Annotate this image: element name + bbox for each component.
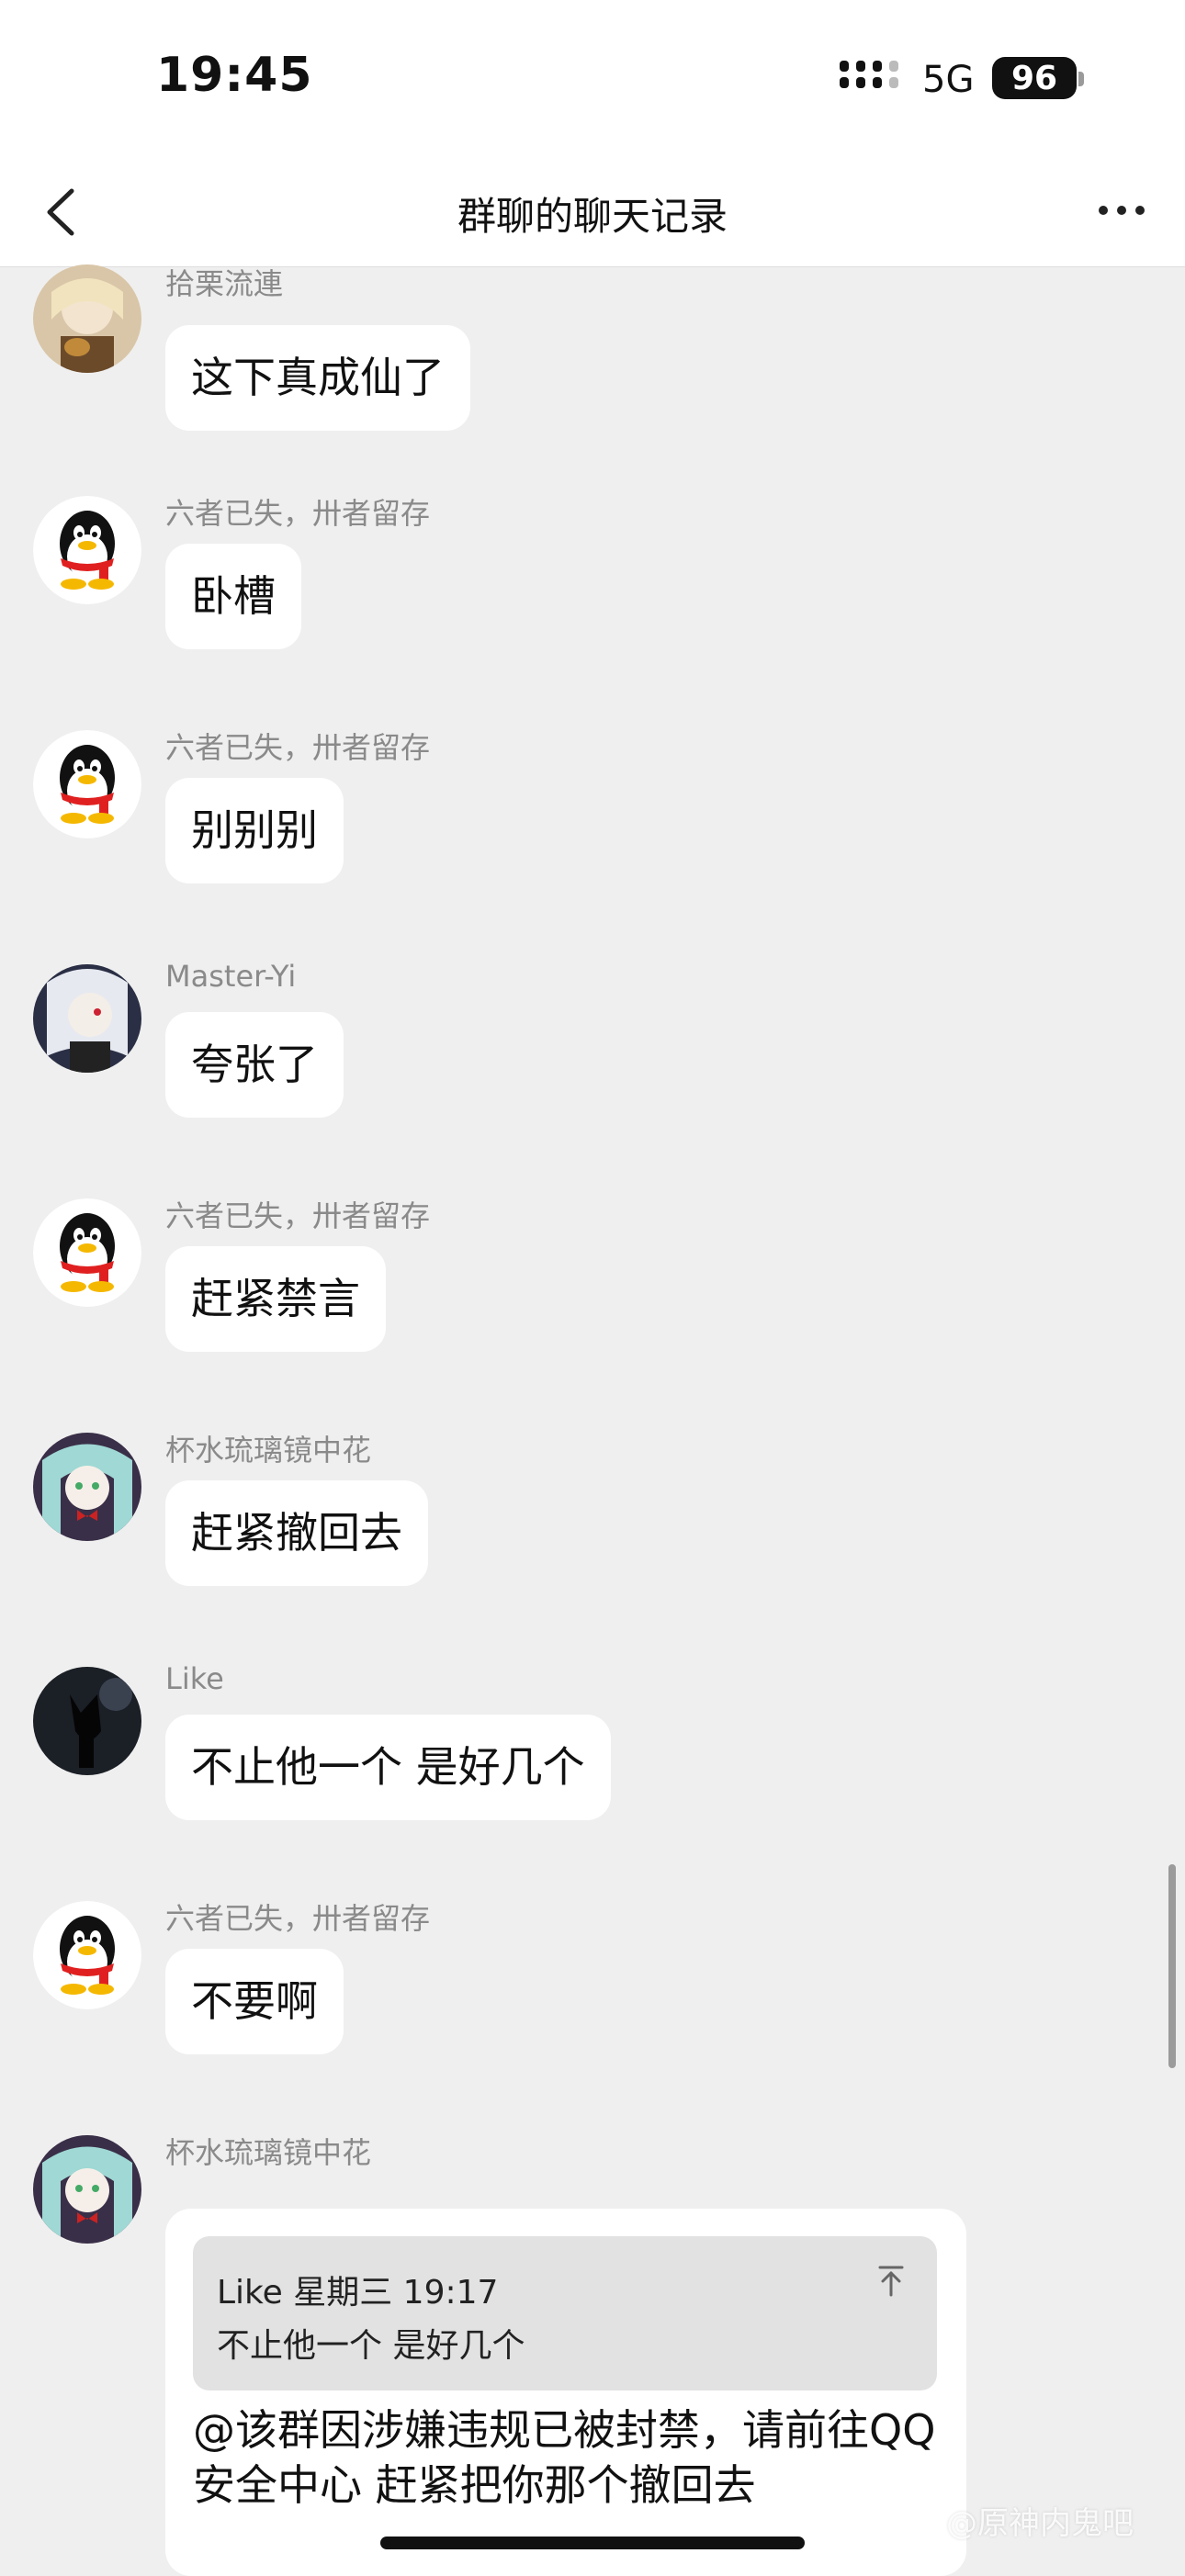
sender-name: 六者已失，卅者留存 [165, 730, 431, 765]
anime-girl-avatar[interactable] [33, 2135, 141, 2244]
battery-level: 96 [1010, 59, 1058, 97]
message-bubble[interactable]: 卧槽 [165, 544, 301, 650]
jump-to-original-icon[interactable] [873, 2262, 909, 2299]
sender-name: Master-Yi [165, 959, 297, 994]
sender-name: 六者已失，卅者留存 [165, 496, 431, 531]
nav-bar: 群聊的聊天记录 [0, 156, 1185, 267]
status-bar: 19:45 5G 96 [0, 0, 1185, 156]
network-label: 5G [922, 59, 975, 101]
sender-name: 拾栗流連 [165, 266, 284, 301]
penguin-avatar[interactable] [33, 496, 141, 604]
signal-icon [840, 61, 898, 88]
sender-name: 六者已失，卅者留存 [165, 1901, 431, 1936]
message-bubble[interactable]: 赶紧撤回去 [165, 1480, 428, 1587]
sender-name: 杯水琉璃镜中花 [165, 2135, 372, 2170]
sender-name: Like [165, 1661, 224, 1696]
status-time: 19:45 [156, 48, 313, 103]
penguin-avatar[interactable] [33, 730, 141, 838]
anime-girl-avatar[interactable] [33, 1433, 141, 1541]
message-bubble[interactable]: 不要啊 [165, 1949, 344, 2055]
message-bubble[interactable]: 赶紧禁言 [165, 1246, 386, 1353]
dark-silhouette-avatar[interactable] [33, 1667, 141, 1775]
penguin-avatar[interactable] [33, 1198, 141, 1307]
penguin-avatar[interactable] [33, 1901, 141, 2009]
watermark: @原神内鬼吧 [946, 2505, 1134, 2542]
sender-name: 杯水琉璃镜中花 [165, 1433, 372, 1468]
scrollbar[interactable] [1168, 1864, 1176, 2068]
battery-tip [1078, 72, 1084, 86]
message-bubble[interactable]: 夸张了 [165, 1012, 344, 1119]
more-options-icon[interactable] [1099, 206, 1145, 215]
anime-girl-avatar[interactable] [33, 964, 141, 1073]
message-bubble[interactable]: 不止他一个 是好几个 [165, 1715, 611, 1821]
sender-name: 六者已失，卅者留存 [165, 1198, 431, 1233]
quoted-message[interactable]: Like 星期三 19:17 不止他一个 是好几个 [193, 2236, 937, 2390]
quote-header: Like 星期三 19:17 [217, 2274, 499, 2312]
message-bubble[interactable]: 别别别 [165, 778, 344, 884]
home-indicator[interactable] [380, 2537, 805, 2549]
reply-text: @该群因涉嫌违规已被封禁，请前往QQ安全中心 赶紧把你那个撤回去 [193, 2405, 936, 2510]
page-title: 群聊的聊天记录 [457, 194, 728, 239]
anime-girl-avatar[interactable] [33, 264, 141, 373]
reply-message-bubble[interactable]: Like 星期三 19:17 不止他一个 是好几个 @该群因涉嫌违规已被封禁，请… [165, 2209, 966, 2576]
battery-icon: 96 [992, 57, 1077, 99]
message-bubble[interactable]: 这下真成仙了 [165, 325, 470, 432]
quote-text: 不止他一个 是好几个 [217, 2327, 525, 2365]
